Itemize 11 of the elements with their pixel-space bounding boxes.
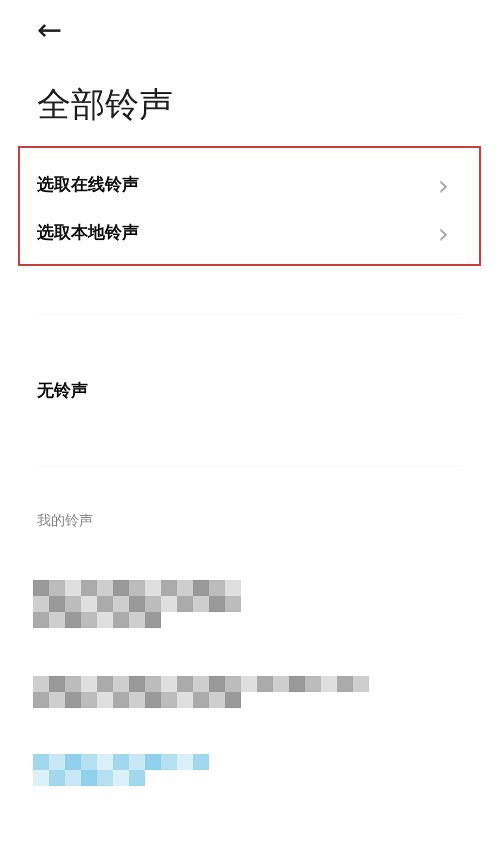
pixelated-text-drawing[interactable] — [33, 754, 209, 786]
option-row[interactable]: 选取在线铃声 › — [20, 162, 479, 210]
section-heading: 我的铃声 — [37, 512, 94, 532]
back-button[interactable]: ← — [37, 16, 62, 46]
pixelated-text-drawing[interactable] — [33, 676, 369, 708]
pixelated-text-drawing[interactable] — [33, 580, 241, 628]
chevron-icon: › — [438, 172, 449, 200]
no-ringtone-option[interactable]: 无铃声 — [37, 378, 88, 404]
chevron-icon: › — [438, 220, 449, 248]
option-row[interactable]: 选取本地铃声 › — [20, 210, 479, 258]
page-title: 全部铃声 — [37, 85, 174, 126]
